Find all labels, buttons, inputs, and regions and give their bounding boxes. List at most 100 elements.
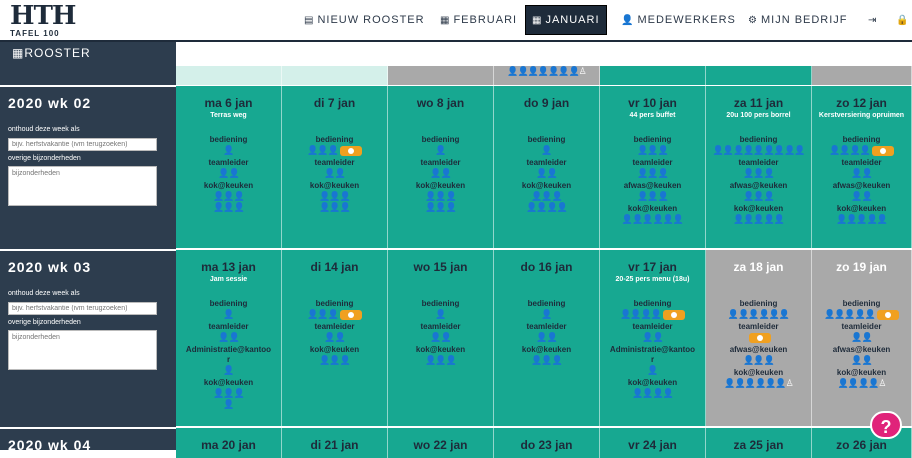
prev-week-cell[interactable] [812, 66, 912, 86]
role-people[interactable]: 👤 [176, 309, 281, 320]
day-cell[interactable]: za 25 jan [706, 428, 812, 458]
role-people[interactable]: 👤 [388, 145, 493, 156]
role-people[interactable] [706, 332, 811, 343]
company-logo[interactable]: HTH TAFEL 100 [10, 2, 76, 40]
role-people[interactable]: 👤👤👤👤👤 [812, 309, 911, 320]
role-people[interactable]: 👤👤👤👤👤👤 [706, 309, 811, 320]
prev-week-cell[interactable] [282, 66, 388, 86]
remember-input[interactable] [8, 302, 157, 315]
open-shift-badge-icon[interactable] [339, 145, 362, 156]
day-cell[interactable]: za 11 jan 20u 100 pers borrel bediening 👤👤👤… [706, 86, 812, 248]
day-cell[interactable]: wo 22 jan [388, 428, 494, 458]
day-cell[interactable]: di 7 jan bediening 👤👤👤 teamleider 👤👤 kok@keuk… [282, 86, 388, 248]
day-cell[interactable]: wo 15 jan bediening 👤 teamleider 👤👤 kok@keuke… [388, 250, 494, 426]
nav-january[interactable]: ▦ JANUARI [525, 5, 607, 35]
role-people[interactable]: 👤👤👤 👤👤👤 [388, 191, 493, 213]
role-people[interactable]: 👤👤 [812, 332, 911, 343]
role-people[interactable]: 👤👤👤👤👤👤♙ [706, 378, 811, 389]
open-shift-badge-icon[interactable] [339, 309, 362, 320]
role-people[interactable]: 👤👤 [600, 332, 705, 343]
role-people[interactable]: 👤👤👤 [282, 355, 387, 366]
nav-my-company[interactable]: ⚙ MIJN BEDRIJF [742, 5, 854, 35]
role-people[interactable]: 👤👤👤👤👤 [812, 214, 911, 225]
role-people[interactable]: 👤👤👤👤👤 [706, 214, 811, 225]
prev-week-cell[interactable] [176, 66, 282, 86]
role-people[interactable]: 👤👤 [494, 332, 599, 343]
list-icon: ▤ [304, 14, 315, 26]
day-cell[interactable]: do 9 jan bediening 👤 teamleider 👤👤 kok@keuken… [494, 86, 600, 248]
role-people[interactable]: 👤👤👤 [706, 168, 811, 179]
role-people[interactable]: 👤👤 [812, 355, 911, 366]
logout-button[interactable]: ⇥ [862, 5, 886, 35]
details-textarea[interactable] [8, 166, 157, 206]
role-people[interactable]: 👤👤 [282, 168, 387, 179]
role-people[interactable]: 👤👤 [282, 332, 387, 343]
role-people[interactable]: 👤 [600, 365, 705, 376]
prev-week-cell[interactable]: 👤👤👤👤👤👤👤♙ [494, 66, 600, 86]
day-cell[interactable]: vr 24 jan [600, 428, 706, 458]
day-cell[interactable]: vr 17 jan 20-25 pers menu (18u) bediening 👤… [600, 250, 706, 426]
role-people[interactable]: 👤 [176, 145, 281, 156]
role-people[interactable]: 👤👤👤 [600, 191, 705, 202]
role-people[interactable]: 👤👤👤 [706, 355, 811, 366]
day-cell[interactable]: wo 8 jan bediening 👤 teamleider 👤👤 kok@keuken… [388, 86, 494, 248]
open-shift-badge-icon[interactable] [662, 309, 685, 320]
role-people[interactable]: 👤👤👤👤 [812, 145, 911, 156]
nav-employees[interactable]: 👤 MEDEWERKERS [615, 5, 742, 35]
role-name: afwas@keuken [729, 181, 788, 190]
open-shift-badge-icon[interactable] [871, 145, 894, 156]
day-cell[interactable]: zo 12 jan Kerstversiering opruimen bedieni… [812, 86, 912, 248]
role-people[interactable]: 👤👤👤 [494, 355, 599, 366]
role-people[interactable]: 👤👤👤👤👤👤 [600, 214, 705, 225]
day-cell[interactable]: di 21 jan [282, 428, 388, 458]
role-people[interactable]: 👤👤 [388, 168, 493, 179]
day-cell[interactable]: do 16 jan bediening 👤 teamleider 👤👤 kok@keuke… [494, 250, 600, 426]
role-people[interactable]: 👤 [494, 309, 599, 320]
role-people[interactable]: 👤👤👤 👤 [176, 388, 281, 410]
lock-button[interactable]: 🔒 [890, 5, 912, 35]
role-people[interactable]: 👤👤👤👤👤👤👤👤👤 [706, 145, 811, 156]
role-people[interactable]: 👤👤👤 👤👤👤 [176, 191, 281, 213]
role-name: bediening [842, 135, 881, 144]
prev-week-cell[interactable] [706, 66, 812, 86]
day-cell[interactable]: za 18 jan bediening 👤👤👤👤👤👤 teamleider afwas@… [706, 250, 812, 426]
day-cell[interactable]: ma 20 jan [176, 428, 282, 458]
role-people[interactable]: 👤👤👤👤 [600, 309, 705, 320]
role-people[interactable]: 👤👤👤 [600, 168, 705, 179]
role-people[interactable]: 👤👤👤 👤👤👤👤 [494, 191, 599, 213]
open-shift-badge-icon[interactable] [877, 309, 900, 320]
role-people[interactable]: 👤👤👤👤♙ [812, 378, 911, 389]
role-people[interactable]: 👤👤 [812, 191, 911, 202]
role-people[interactable]: 👤 [494, 145, 599, 156]
day-cell[interactable]: ma 6 jan Terras weg bediening 👤 teamleider 👤👤… [176, 86, 282, 248]
role-people[interactable]: 👤👤👤 👤👤👤 [282, 191, 387, 213]
day-cell[interactable]: ma 13 jan Jam sessie bediening 👤 teamleider 👤… [176, 250, 282, 426]
role-people[interactable]: 👤👤👤👤 [600, 388, 705, 399]
role-people[interactable]: 👤👤 [494, 168, 599, 179]
role-people[interactable]: 👤👤👤 [600, 145, 705, 156]
role-people[interactable]: 👤 [388, 309, 493, 320]
role-people[interactable]: 👤👤👤 [282, 309, 387, 320]
nav-february[interactable]: ▦ FEBRUARI [434, 5, 523, 35]
day-cell[interactable]: di 14 jan bediening 👤👤👤 teamleider 👤👤 kok@keu… [282, 250, 388, 426]
help-button[interactable]: ? [870, 411, 902, 439]
role-people[interactable]: 👤👤👤 [706, 191, 811, 202]
role-people[interactable]: 👤👤 [388, 332, 493, 343]
remember-input[interactable] [8, 138, 157, 151]
prev-week-cell[interactable] [388, 66, 494, 86]
open-shift-badge-icon[interactable] [748, 332, 771, 343]
role-people[interactable]: 👤👤 [176, 332, 281, 343]
day-cell[interactable]: vr 10 jan 44 pers buffet bediening 👤👤👤 teaml… [600, 86, 706, 248]
role-people[interactable]: 👤👤 [812, 168, 911, 179]
role-people[interactable]: 👤 [176, 365, 281, 376]
nav-new-schedule[interactable]: ▤ NIEUW ROOSTER [298, 5, 431, 35]
role-people[interactable]: 👤👤 [176, 168, 281, 179]
role-people[interactable]: 👤👤👤 [282, 145, 387, 156]
day-cell[interactable]: zo 19 jan bediening 👤👤👤👤👤 teamleider 👤👤 afwas… [812, 250, 912, 426]
role-name: teamleider [738, 158, 779, 167]
day-cell[interactable]: do 23 jan [494, 428, 600, 458]
prev-week-cell[interactable] [600, 66, 706, 86]
role-people[interactable]: 👤👤👤 [388, 355, 493, 366]
day-date: ma 13 jan [201, 260, 256, 274]
details-textarea[interactable] [8, 330, 157, 370]
